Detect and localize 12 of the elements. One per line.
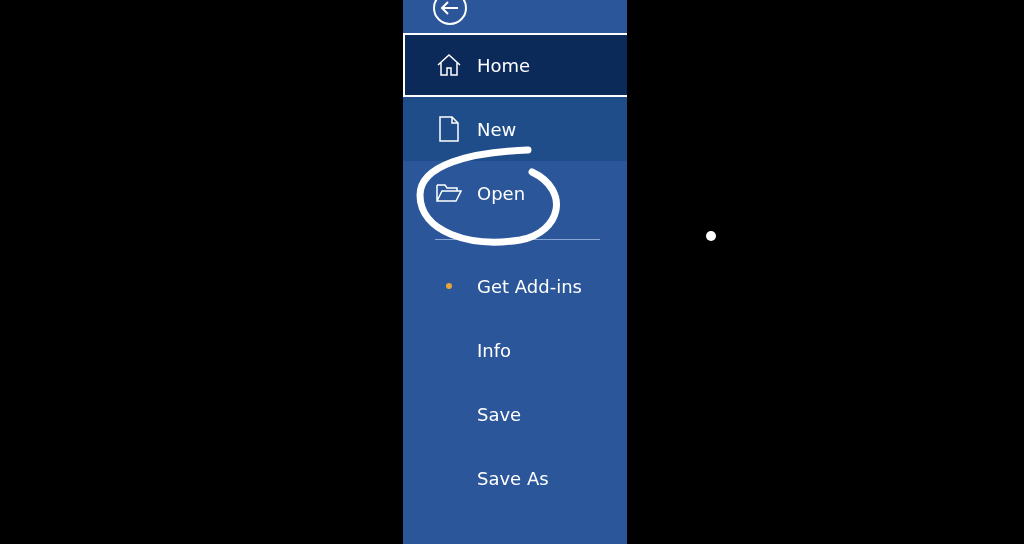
back-arrow-icon[interactable] [432,0,468,26]
menu-item[interactable]: Get Add-ins [403,254,627,318]
document-icon [439,116,459,142]
pointer-dot [706,231,716,241]
folder-icon [436,183,462,203]
menu-item[interactable]: Save [403,382,627,446]
menu-item[interactable]: New [403,97,627,161]
menu-item[interactable]: Open [403,161,627,225]
menu-item[interactable]: Home [403,33,627,97]
menu-item[interactable]: Info [403,318,627,382]
home-icon [436,52,462,78]
menu-item[interactable]: Save As [403,446,627,510]
